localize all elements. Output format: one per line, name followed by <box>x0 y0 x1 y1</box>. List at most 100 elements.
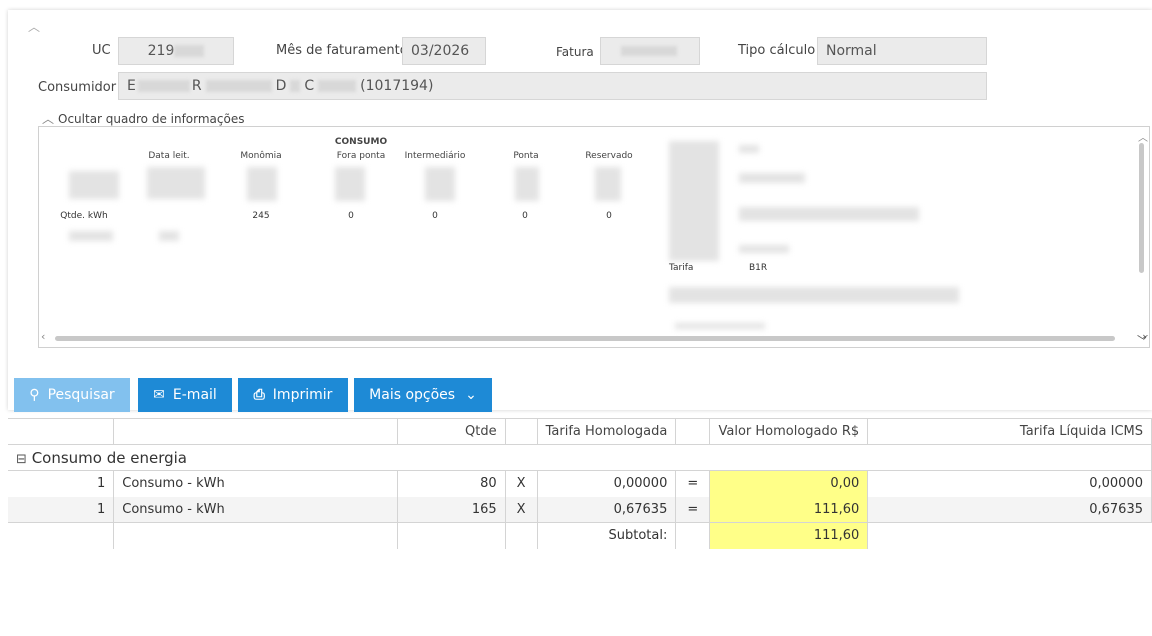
redacted-block <box>739 207 919 221</box>
cell: X <box>505 496 538 523</box>
redacted-block <box>739 173 805 183</box>
col-header <box>505 418 538 445</box>
redacted-block <box>621 46 677 56</box>
toggle-info-link[interactable]: ︿ Ocultar quadro de informações <box>42 110 244 127</box>
subtotal-row: Subtotal: 111,60 <box>8 522 1152 549</box>
cell: X <box>505 470 538 497</box>
col-header-qtde[interactable]: Qtde <box>397 418 506 445</box>
qtde-intermediario: 0 <box>432 211 438 221</box>
cell: 1 <box>8 496 115 523</box>
more-options-button[interactable]: Mais opções ⌄ <box>354 378 492 412</box>
tarifa-value: B1R <box>749 263 768 273</box>
consumidor-part: E <box>127 78 136 94</box>
toggle-info-label: Ocultar quadro de informações <box>58 112 245 126</box>
mes-label: Mês de faturamento <box>276 43 408 58</box>
cell: = <box>675 470 711 497</box>
cell <box>867 522 1152 549</box>
uc-value: 219 <box>147 43 175 59</box>
cell: 0,00 <box>709 470 869 497</box>
printer-icon: ⎙ <box>253 387 265 403</box>
cell: 0,67635 <box>537 496 677 523</box>
cell: Consumo - kWh <box>113 496 398 523</box>
cell <box>505 522 538 549</box>
chevron-up-icon[interactable]: ︿ <box>28 18 40 35</box>
scroll-up-icon[interactable]: ︿ <box>1138 129 1148 144</box>
uc-label: UC <box>92 43 111 58</box>
cell: Consumo - kWh <box>113 470 398 497</box>
search-button[interactable]: ⚲ Pesquisar <box>14 378 130 412</box>
redacted-block <box>425 167 455 201</box>
cell <box>8 522 115 549</box>
minus-square-icon[interactable]: ⊟ <box>16 452 27 467</box>
fatura-field <box>600 37 700 65</box>
tipo-field: Normal <box>817 37 987 65</box>
group-row[interactable]: ⊟ Consumo de energia <box>8 444 1152 471</box>
redacted-block <box>137 80 190 92</box>
more-options-label: Mais opções <box>369 387 456 403</box>
consumidor-field: E R D C (1017194) <box>118 72 987 100</box>
qtde-label: Qtde. kWh <box>60 211 108 221</box>
items-table: Qtde Tarifa Homologada Valor Homologado … <box>8 418 1152 549</box>
email-button[interactable]: ✉ E-mail <box>138 378 232 412</box>
consumidor-part: D <box>275 78 287 94</box>
cell <box>113 522 398 549</box>
consumo-heading: CONSUMO <box>334 137 388 147</box>
subtotal-value: 111,60 <box>709 522 869 549</box>
redacted-block <box>675 323 765 329</box>
col-header-valor[interactable]: Valor Homologado R$ <box>709 418 869 445</box>
col-data-leit: Data leit. <box>148 151 190 161</box>
uc-field: 219 <box>118 37 234 65</box>
horizontal-scrollbar[interactable]: ‹ › <box>41 330 1147 344</box>
col-header <box>113 418 398 445</box>
chevron-down-icon: ⌄ <box>465 387 477 403</box>
fatura-label: Fatura <box>556 45 594 59</box>
cell: 0,67635 <box>867 496 1152 523</box>
vertical-scrollbar[interactable]: ︿ ﹀ <box>1137 129 1148 347</box>
scroll-thumb[interactable] <box>55 336 1115 341</box>
redacted-block <box>335 167 365 201</box>
scroll-left-icon[interactable]: ‹ <box>41 330 45 343</box>
scroll-right-icon[interactable]: › <box>1142 330 1147 344</box>
redacted-block <box>147 167 205 199</box>
redacted-block <box>669 287 959 303</box>
redacted-block <box>515 167 539 201</box>
print-button-label: Imprimir <box>272 387 333 403</box>
cell <box>397 522 506 549</box>
email-button-label: E-mail <box>172 387 217 403</box>
group-label: Consumo de energia <box>31 448 187 467</box>
print-button[interactable]: ⎙ Imprimir <box>238 378 348 412</box>
col-monomia: Monômia <box>240 151 282 161</box>
consumidor-part: R <box>191 78 202 94</box>
redacted-block <box>247 167 277 201</box>
redacted-block <box>69 231 113 241</box>
redacted-block <box>290 80 301 92</box>
redacted-block <box>739 145 759 153</box>
tarifa-label: Tarifa <box>669 263 694 273</box>
qtde-reservado: 0 <box>606 211 612 221</box>
redacted-block <box>318 80 357 92</box>
search-button-label: Pesquisar <box>47 387 115 403</box>
table-row[interactable]: 1 Consumo - kWh 80 X 0,00000 = 0,00 0,00… <box>8 470 1152 497</box>
cell <box>675 522 711 549</box>
col-header-tarifa[interactable]: Tarifa Homologada <box>537 418 677 445</box>
info-panel: CONSUMO Data leit. Monômia Fora ponta In… <box>38 126 1150 348</box>
col-fora-ponta: Fora ponta <box>336 151 386 161</box>
qtde-monomia: 245 <box>252 211 270 221</box>
scroll-thumb[interactable] <box>1139 143 1144 273</box>
redacted-block <box>205 80 272 92</box>
cell: 1 <box>8 470 115 497</box>
table-row[interactable]: 1 Consumo - kWh 165 X 0,67635 = 111,60 0… <box>8 496 1152 523</box>
cell: 111,60 <box>709 496 869 523</box>
col-header <box>675 418 711 445</box>
col-header-liquida[interactable]: Tarifa Líquida ICMS <box>867 418 1152 445</box>
redacted-block <box>739 245 789 253</box>
group-cell[interactable]: ⊟ Consumo de energia <box>8 444 1152 471</box>
chevron-up-icon: ︿ <box>42 112 55 126</box>
cell: = <box>675 496 711 523</box>
search-icon: ⚲ <box>29 387 40 403</box>
mail-icon: ✉ <box>153 387 165 403</box>
consumidor-part: C <box>304 78 315 94</box>
cell: 0,00000 <box>537 470 677 497</box>
tipo-label: Tipo cálculo <box>738 43 816 58</box>
col-reservado: Reservado <box>585 151 633 161</box>
